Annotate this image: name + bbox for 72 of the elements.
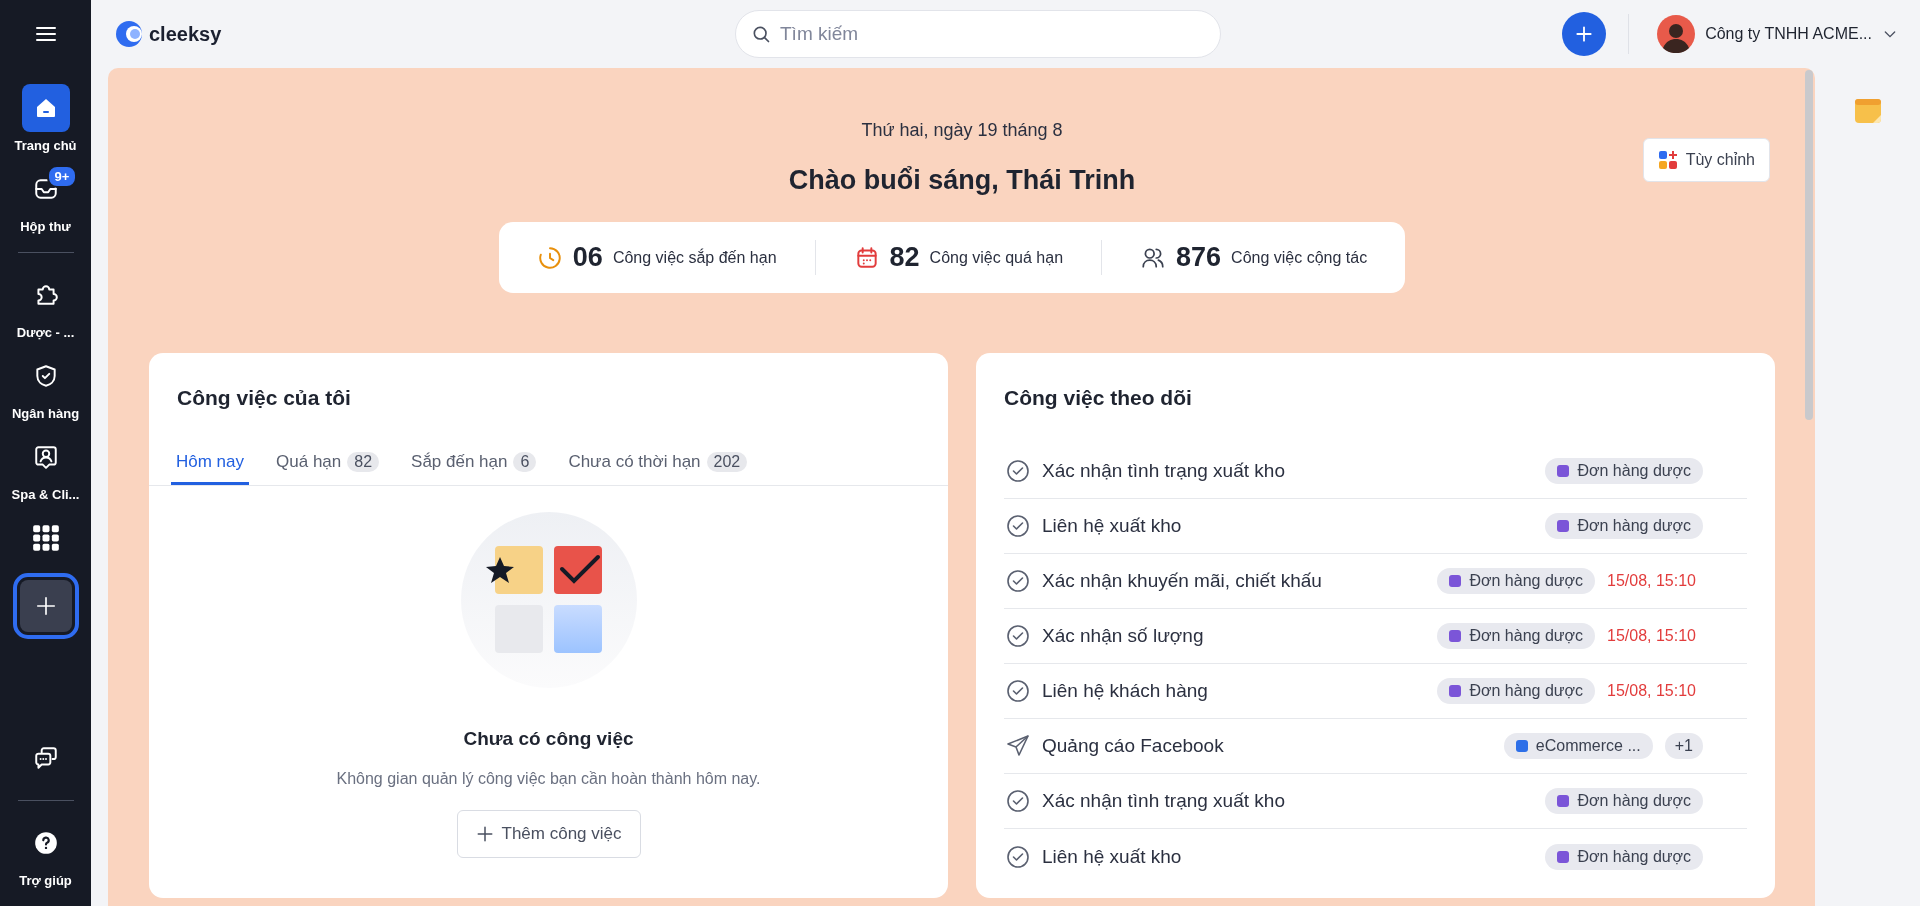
check-circle-icon[interactable]: [1006, 514, 1030, 538]
stat-label: Công việc cộng tác: [1231, 248, 1368, 267]
count-badge: 202: [706, 452, 748, 472]
tag: Đơn hàng dược: [1437, 678, 1595, 704]
contact-icon: [32, 444, 59, 470]
add-button[interactable]: [1562, 12, 1607, 56]
tag: Đơn hàng dược: [1437, 568, 1595, 594]
count-badge: 9+: [46, 165, 78, 188]
empty-description: Không gian quản lý công việc bạn cần hoàn thành hôm nay.: [336, 770, 761, 788]
tab[interactable]: Quá hạn 82: [271, 446, 385, 485]
chat-icon: [32, 745, 59, 771]
check-circle-icon[interactable]: [1006, 459, 1030, 483]
tag: Đơn hàng dược: [1545, 458, 1703, 484]
card-title: Công việc của tôi: [176, 385, 352, 410]
empty-title: Chưa có công việc: [463, 728, 634, 750]
stat-value: 82: [889, 242, 920, 273]
stat-label: Công việc quá hạn: [929, 248, 1064, 267]
task-title[interactable]: Quảng cáo Facebook: [1042, 735, 1492, 757]
plus-icon: [34, 595, 57, 617]
nav-item[interactable]: Ngân hàng: [10, 352, 81, 421]
account-menu[interactable]: Công ty TNHH ACME...: [1651, 14, 1904, 54]
nav-item[interactable]: 9+ Hộp thư: [10, 165, 81, 234]
tab[interactable]: Chưa có thời hạn 202: [563, 446, 753, 485]
tag: Đơn hàng dược: [1437, 623, 1595, 649]
count-badge: 6: [513, 452, 537, 472]
tag: Đơn hàng dược: [1545, 843, 1703, 870]
check-circle-icon[interactable]: [1006, 844, 1030, 869]
add-task-button[interactable]: Thêm công việc: [456, 810, 641, 858]
search-field[interactable]: Tìm kiếm: [735, 10, 1221, 58]
due-date: 15/08, 15:10: [1607, 627, 1697, 645]
task-title[interactable]: Xác nhận khuyến mãi, chiết khấu: [1042, 570, 1426, 592]
task-title[interactable]: Liên hệ khách hàng: [1042, 680, 1426, 702]
date-text: Thứ hai, ngày 19 tháng 8: [861, 120, 1063, 141]
due-date: 15/08, 15:10: [1607, 572, 1697, 590]
paper-plane-icon[interactable]: [1006, 734, 1030, 758]
tab[interactable]: Sắp đến hạn 6: [406, 446, 542, 485]
task-title[interactable]: Liên hệ xuất kho: [1042, 845, 1534, 868]
card-title: Công việc theo dõi: [1003, 385, 1193, 410]
stat-value: 876: [1176, 242, 1222, 273]
plus-icon: [475, 825, 494, 843]
stat-value: 06: [572, 242, 603, 273]
task-title[interactable]: Xác nhận tình trạng xuất kho: [1042, 460, 1534, 482]
tab[interactable]: Hôm nay: [171, 446, 250, 485]
greeting-heading: Chào buổi sáng, Thái Trinh: [788, 165, 1136, 196]
tag: Đơn hàng dược: [1545, 788, 1703, 814]
nav-item[interactable]: Dược - ...: [10, 271, 81, 340]
check-circle-icon[interactable]: [1006, 789, 1030, 813]
check-circle-icon[interactable]: [1006, 679, 1030, 703]
logo-text: cleeksy: [149, 22, 222, 46]
task-title[interactable]: Xác nhận số lượng: [1042, 625, 1426, 647]
customize-button[interactable]: Tùy chỉnh: [1642, 138, 1770, 182]
search-icon: [751, 24, 771, 44]
widgets-icon: [1657, 150, 1678, 170]
due-date: 15/08, 15:10: [1607, 682, 1697, 700]
tag: eCommerce ...: [1503, 733, 1653, 759]
apps-grid-icon: [31, 524, 60, 552]
check-circle-icon[interactable]: [1006, 569, 1030, 593]
nav-item[interactable]: Spa & Cli...: [10, 433, 81, 502]
task-title[interactable]: Liên hệ xuất kho: [1042, 515, 1534, 537]
nav-item[interactable]: Trợ giúp: [10, 819, 81, 888]
nav-item[interactable]: Trang chủ: [10, 84, 81, 153]
avatar: [1657, 15, 1696, 53]
tag: Đơn hàng dược: [1545, 513, 1703, 539]
count-badge: 82: [347, 452, 380, 472]
task-title[interactable]: Xác nhận tình trạng xuất kho: [1042, 790, 1534, 812]
check-circle-icon[interactable]: [1006, 624, 1030, 648]
more-tags-count: +1: [1664, 733, 1703, 759]
scrollbar[interactable]: [1805, 70, 1813, 420]
clock-icon: [536, 244, 563, 271]
help-icon: [32, 830, 59, 856]
logo-icon: [115, 20, 143, 48]
stat-label: Công việc sắp đến hạn: [612, 248, 777, 267]
